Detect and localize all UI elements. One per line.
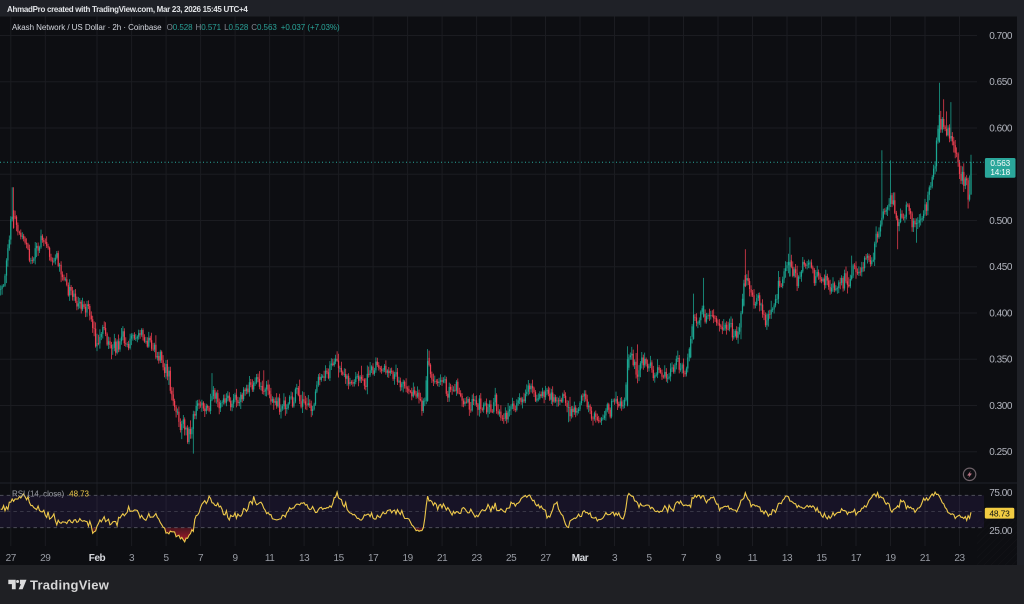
- svg-text:0.250: 0.250: [989, 447, 1013, 458]
- svg-text:9: 9: [233, 553, 239, 564]
- svg-text:0.700: 0.700: [989, 31, 1013, 42]
- svg-text:15: 15: [816, 553, 827, 564]
- svg-text:0.350: 0.350: [989, 355, 1013, 366]
- svg-text:0.600: 0.600: [989, 123, 1013, 134]
- svg-text:23: 23: [954, 553, 965, 564]
- svg-text:3: 3: [612, 553, 618, 564]
- svg-text:11: 11: [748, 553, 758, 564]
- svg-text:0.300: 0.300: [989, 401, 1013, 412]
- svg-text:7: 7: [198, 553, 204, 564]
- svg-text:0.500: 0.500: [989, 216, 1013, 227]
- svg-text:14:18: 14:18: [990, 168, 1010, 177]
- svg-text:0.650: 0.650: [989, 77, 1013, 88]
- svg-text:5: 5: [646, 553, 652, 564]
- svg-text:19: 19: [402, 553, 413, 564]
- svg-text:AhmadPro created with TradingV: AhmadPro created with TradingView.com, M…: [7, 5, 248, 14]
- svg-text:0.400: 0.400: [989, 308, 1013, 319]
- svg-text:3: 3: [129, 553, 135, 564]
- svg-text:Akash Network / US Dollar · 2h: Akash Network / US Dollar · 2h · Coinbas…: [12, 23, 340, 32]
- svg-text:25: 25: [506, 553, 517, 564]
- svg-text:TradingView: TradingView: [30, 578, 110, 593]
- svg-text:11: 11: [265, 553, 275, 564]
- svg-text:5: 5: [164, 553, 170, 564]
- svg-text:27: 27: [6, 553, 17, 564]
- svg-text:27: 27: [540, 553, 551, 564]
- svg-text:17: 17: [851, 553, 862, 564]
- svg-text:Mar: Mar: [572, 553, 589, 564]
- svg-text:19: 19: [885, 553, 896, 564]
- svg-text:29: 29: [40, 553, 51, 564]
- svg-text:7: 7: [681, 553, 687, 564]
- svg-text:9: 9: [715, 553, 721, 564]
- svg-text:21: 21: [920, 553, 931, 564]
- svg-text:75.00: 75.00: [989, 488, 1013, 499]
- svg-text:48.73: 48.73: [989, 508, 1010, 518]
- svg-text:23: 23: [471, 553, 482, 564]
- svg-text:13: 13: [299, 553, 310, 564]
- svg-text:17: 17: [368, 553, 379, 564]
- svg-text:Feb: Feb: [89, 553, 106, 564]
- svg-text:15: 15: [333, 553, 344, 564]
- svg-text:RSI (14, close)48.73: RSI (14, close)48.73: [12, 490, 90, 499]
- svg-text:13: 13: [782, 553, 793, 564]
- svg-text:0.563: 0.563: [990, 159, 1010, 168]
- svg-text:0.450: 0.450: [989, 262, 1013, 273]
- svg-text:21: 21: [437, 553, 448, 564]
